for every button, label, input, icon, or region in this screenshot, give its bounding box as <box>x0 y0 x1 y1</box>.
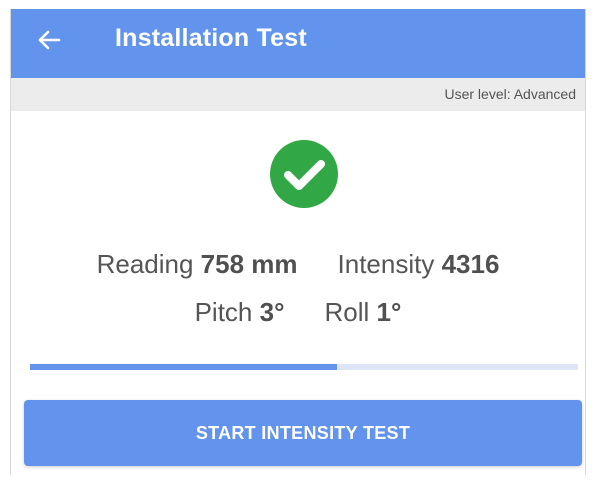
start-intensity-test-button[interactable]: START INTENSITY TEST <box>24 400 582 466</box>
user-level-label: User level: Advanced <box>444 86 576 102</box>
user-level-bar: User level: Advanced <box>11 78 585 111</box>
readings-row-primary: Reading 758 mm Intensity 4316 <box>11 249 585 280</box>
roll-label: Roll <box>324 297 370 327</box>
page-title: Installation Test <box>115 24 307 52</box>
reading-item: Reading 758 mm <box>97 249 298 280</box>
progress-bar <box>30 364 578 370</box>
back-button[interactable] <box>31 22 75 58</box>
arrow-left-icon <box>38 30 61 50</box>
roll-value: 1° <box>376 297 402 327</box>
pitch-label: Pitch <box>194 297 253 327</box>
reading-value: 758 mm <box>200 249 298 279</box>
screen: Installation Test User level: Advanced R… <box>10 9 586 475</box>
app-bar: Installation Test <box>11 9 585 78</box>
intensity-label: Intensity <box>337 249 435 279</box>
pitch-item: Pitch 3° <box>195 297 285 328</box>
intensity-value: 4316 <box>441 249 500 279</box>
readings-row-secondary: Pitch 3° Roll 1° <box>11 297 585 328</box>
reading-label: Reading <box>96 249 194 279</box>
pitch-value: 3° <box>259 297 285 327</box>
progress-fill <box>30 364 337 370</box>
roll-item: Roll 1° <box>325 297 402 328</box>
check-circle-icon <box>269 139 339 209</box>
intensity-item: Intensity 4316 <box>338 249 500 280</box>
